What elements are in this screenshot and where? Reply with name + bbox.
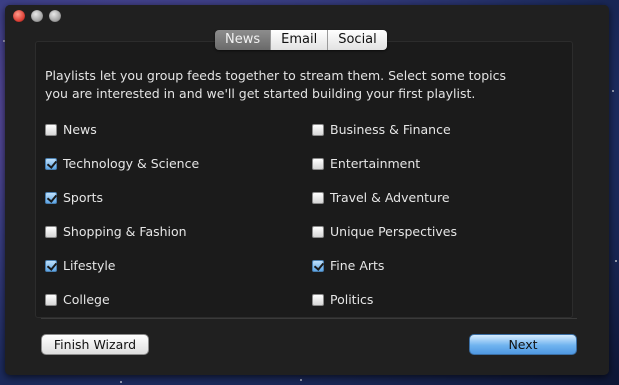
checkbox[interactable] [45, 191, 57, 204]
checkbox[interactable] [312, 225, 324, 238]
topic-label: Business & Finance [330, 122, 451, 137]
topic-label: Technology & Science [63, 156, 200, 171]
checkbox[interactable] [312, 191, 324, 204]
intro-line-2: you are interested in and we'll get star… [45, 86, 476, 101]
topic-label: Fine Arts [330, 258, 385, 273]
topic-label: Sports [63, 190, 104, 205]
topic-label: Shopping & Fashion [63, 224, 187, 239]
maximize-window-button[interactable] [49, 10, 61, 22]
topic-label: Unique Perspectives [330, 224, 457, 239]
close-window-button[interactable] [13, 10, 25, 22]
topic-lifestyle[interactable]: Lifestyle [45, 258, 116, 273]
checkbox[interactable] [45, 157, 57, 170]
checkbox[interactable] [312, 293, 324, 306]
topic-label: News [63, 122, 97, 137]
title-bar [5, 5, 609, 27]
topic-business-finance[interactable]: Business & Finance [312, 122, 451, 137]
topic-unique-perspectives[interactable]: Unique Perspectives [312, 224, 457, 239]
topic-travel-adventure[interactable]: Travel & Adventure [312, 190, 450, 205]
footer-divider [41, 318, 577, 319]
topic-label: Lifestyle [63, 258, 116, 273]
topic-college[interactable]: College [45, 292, 110, 307]
tab-social[interactable]: Social [328, 30, 387, 50]
checkbox[interactable] [45, 123, 57, 136]
topic-label: College [63, 292, 110, 307]
topic-entertainment[interactable]: Entertainment [312, 156, 420, 171]
topic-fine-arts[interactable]: Fine Arts [312, 258, 384, 273]
minimize-window-button[interactable] [31, 10, 43, 22]
topic-label: Politics [330, 292, 374, 307]
next-button[interactable]: Next [469, 334, 577, 355]
intro-line-1: Playlists let you group feeds together t… [45, 68, 506, 83]
topic-label: Entertainment [330, 156, 421, 171]
tab-email[interactable]: Email [271, 30, 329, 50]
checkbox[interactable] [312, 157, 324, 170]
checkbox[interactable] [45, 259, 57, 272]
checkbox[interactable] [45, 225, 57, 238]
tab-news[interactable]: News [215, 30, 272, 50]
topic-news[interactable]: News [45, 122, 97, 137]
intro-text: Playlists let you group feeds together t… [45, 67, 565, 103]
tab-bar: News Email Social [215, 30, 387, 50]
checkbox[interactable] [45, 293, 57, 306]
topic-politics[interactable]: Politics [312, 292, 373, 307]
topic-sports[interactable]: Sports [45, 190, 103, 205]
checkbox[interactable] [312, 123, 324, 136]
finish-wizard-button[interactable]: Finish Wizard [41, 334, 149, 355]
topic-label: Travel & Adventure [330, 190, 450, 205]
checkbox[interactable] [312, 259, 324, 272]
topic-shopping-fashion[interactable]: Shopping & Fashion [45, 224, 187, 239]
topic-technology-science[interactable]: Technology & Science [45, 156, 199, 171]
